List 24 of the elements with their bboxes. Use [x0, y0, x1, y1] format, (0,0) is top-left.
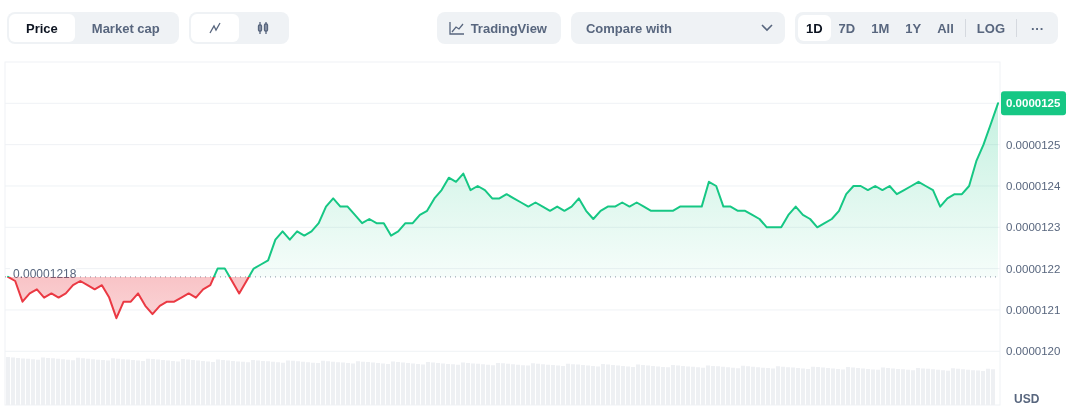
tradingview-button[interactable]: TradingView — [436, 12, 561, 44]
axis-tick-label: 0.0000122 — [1006, 262, 1061, 275]
chevron-down-icon — [761, 24, 773, 32]
chart-type-tab[interactable]: Price — [9, 14, 75, 42]
log-scale-button[interactable]: LOG — [968, 15, 1013, 41]
chart-type-tab[interactable]: Market cap — [74, 14, 177, 42]
current-price-badge: 0.0000125 — [1001, 91, 1066, 116]
reference-price-label: 0.00001218 — [13, 266, 77, 281]
axis-tick-label: 0.0000125 — [1006, 138, 1061, 151]
time-range-tab[interactable]: 1Y — [897, 15, 930, 41]
time-range-tab[interactable]: 7D — [830, 15, 864, 41]
axis-tick-label: 0.0000123 — [1006, 221, 1061, 234]
time-range-tab[interactable]: All — [929, 15, 962, 41]
axis-tick-label: 0.0000120 — [1006, 345, 1061, 358]
compare-dropdown[interactable]: Compare with — [571, 12, 785, 44]
time-range-tab[interactable]: 1D — [798, 15, 831, 41]
axis-tick-label: 0.0000124 — [1006, 180, 1061, 192]
more-button[interactable]: ··· — [1020, 15, 1055, 41]
line-chart-icon — [207, 21, 222, 35]
time-range-tab[interactable]: 1M — [863, 15, 898, 41]
candlestick-icon — [255, 21, 270, 35]
axis-tick-label: 0.0000121 — [1006, 303, 1061, 316]
currency-label: USD — [1014, 392, 1040, 406]
line-chart-icon — [448, 21, 465, 35]
